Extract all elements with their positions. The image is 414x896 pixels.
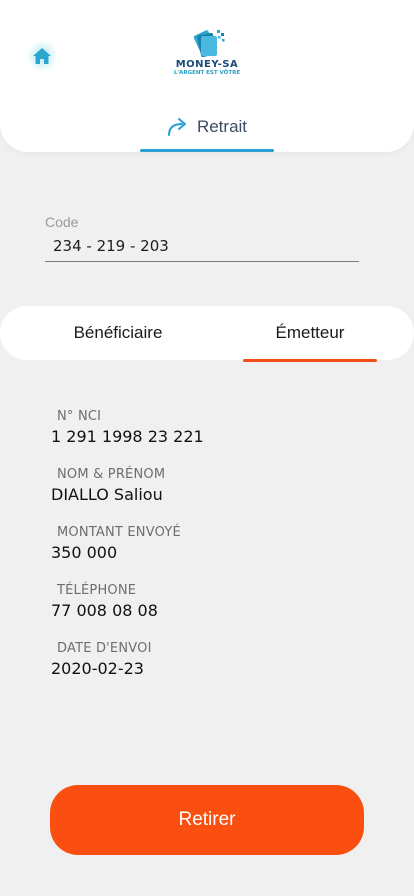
detail-label: TÉLÉPHONE xyxy=(57,583,137,598)
tab-retrait-indicator xyxy=(140,149,274,152)
tab-emetteur-indicator xyxy=(243,359,377,362)
detail-label: NOM & PRÉNOM xyxy=(57,467,166,482)
tab-beneficiaire[interactable]: Bénéficiaire xyxy=(40,306,196,360)
detail-value: 2020-02-23 xyxy=(51,659,144,678)
detail-value: 1 291 1998 23 221 xyxy=(51,427,204,446)
tab-emetteur[interactable]: Émetteur xyxy=(243,306,377,362)
detail-nci: N° NCI 1 291 1998 23 221 xyxy=(51,408,204,466)
code-value[interactable]: 234 - 219 - 203 xyxy=(45,231,359,262)
tab-emetteur-label: Émetteur xyxy=(275,323,345,342)
home-button[interactable] xyxy=(26,40,58,72)
retirer-button[interactable]: Retirer xyxy=(50,785,364,855)
party-tabs: Bénéficiaire Émetteur xyxy=(0,306,414,362)
code-field[interactable]: Code 234 - 219 - 203 xyxy=(45,213,359,262)
tab-retrait[interactable]: Retrait xyxy=(140,114,274,152)
detail-label: MONTANT ENVOYÉ xyxy=(57,525,181,540)
home-icon xyxy=(33,48,51,64)
brand-logo: MONEY-SA L'ARGENT EST VÔTRE xyxy=(164,28,250,84)
detail-telephone: TÉLÉPHONE 77 008 08 08 xyxy=(51,582,204,640)
sender-details: N° NCI 1 291 1998 23 221 NOM & PRÉNOM DI… xyxy=(51,408,204,698)
detail-label: DATE D'ENVOI xyxy=(57,641,152,656)
app-header: MONEY-SA L'ARGENT EST VÔTRE Retrait xyxy=(0,0,414,152)
logo-tagline: L'ARGENT EST VÔTRE xyxy=(173,70,241,76)
money-stack-logo-icon xyxy=(193,30,225,58)
detail-montant: MONTANT ENVOYÉ 350 000 xyxy=(51,524,204,582)
detail-date-envoi: DATE D'ENVOI 2020-02-23 xyxy=(51,640,204,698)
detail-value: DIALLO Saliou xyxy=(51,485,163,504)
share-arrow-icon xyxy=(167,118,186,136)
tab-retrait-label: Retrait xyxy=(196,117,248,136)
detail-value: 77 008 08 08 xyxy=(51,601,158,620)
detail-nom-prenom: NOM & PRÉNOM DIALLO Saliou xyxy=(51,466,204,524)
logo-name: MONEY-SA xyxy=(175,59,239,70)
detail-label: N° NCI xyxy=(57,409,102,424)
code-label: Code xyxy=(45,214,79,230)
detail-value: 350 000 xyxy=(51,543,118,562)
